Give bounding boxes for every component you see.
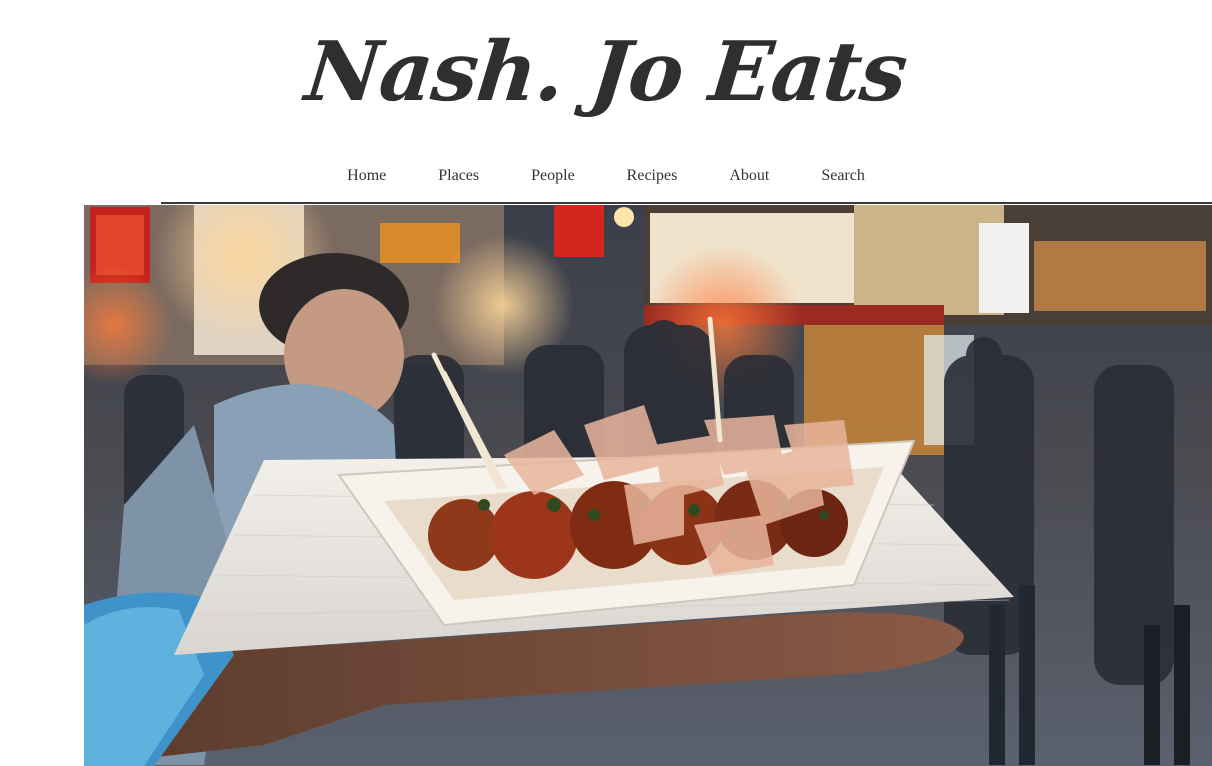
main-nav: Home Places People Recipes About Search xyxy=(0,164,1212,188)
nav-search[interactable]: Search xyxy=(795,164,891,188)
nav-recipes[interactable]: Recipes xyxy=(601,164,704,188)
nav-places[interactable]: Places xyxy=(412,164,505,188)
hero-image xyxy=(84,205,1212,766)
nav-home[interactable]: Home xyxy=(321,164,412,188)
nav-divider xyxy=(161,202,1212,204)
hero-photo-illustration xyxy=(84,205,1212,766)
nav-about[interactable]: About xyxy=(703,164,795,188)
site-title[interactable]: Nash. Jo Eats xyxy=(0,22,1212,122)
nav-people[interactable]: People xyxy=(505,164,601,188)
